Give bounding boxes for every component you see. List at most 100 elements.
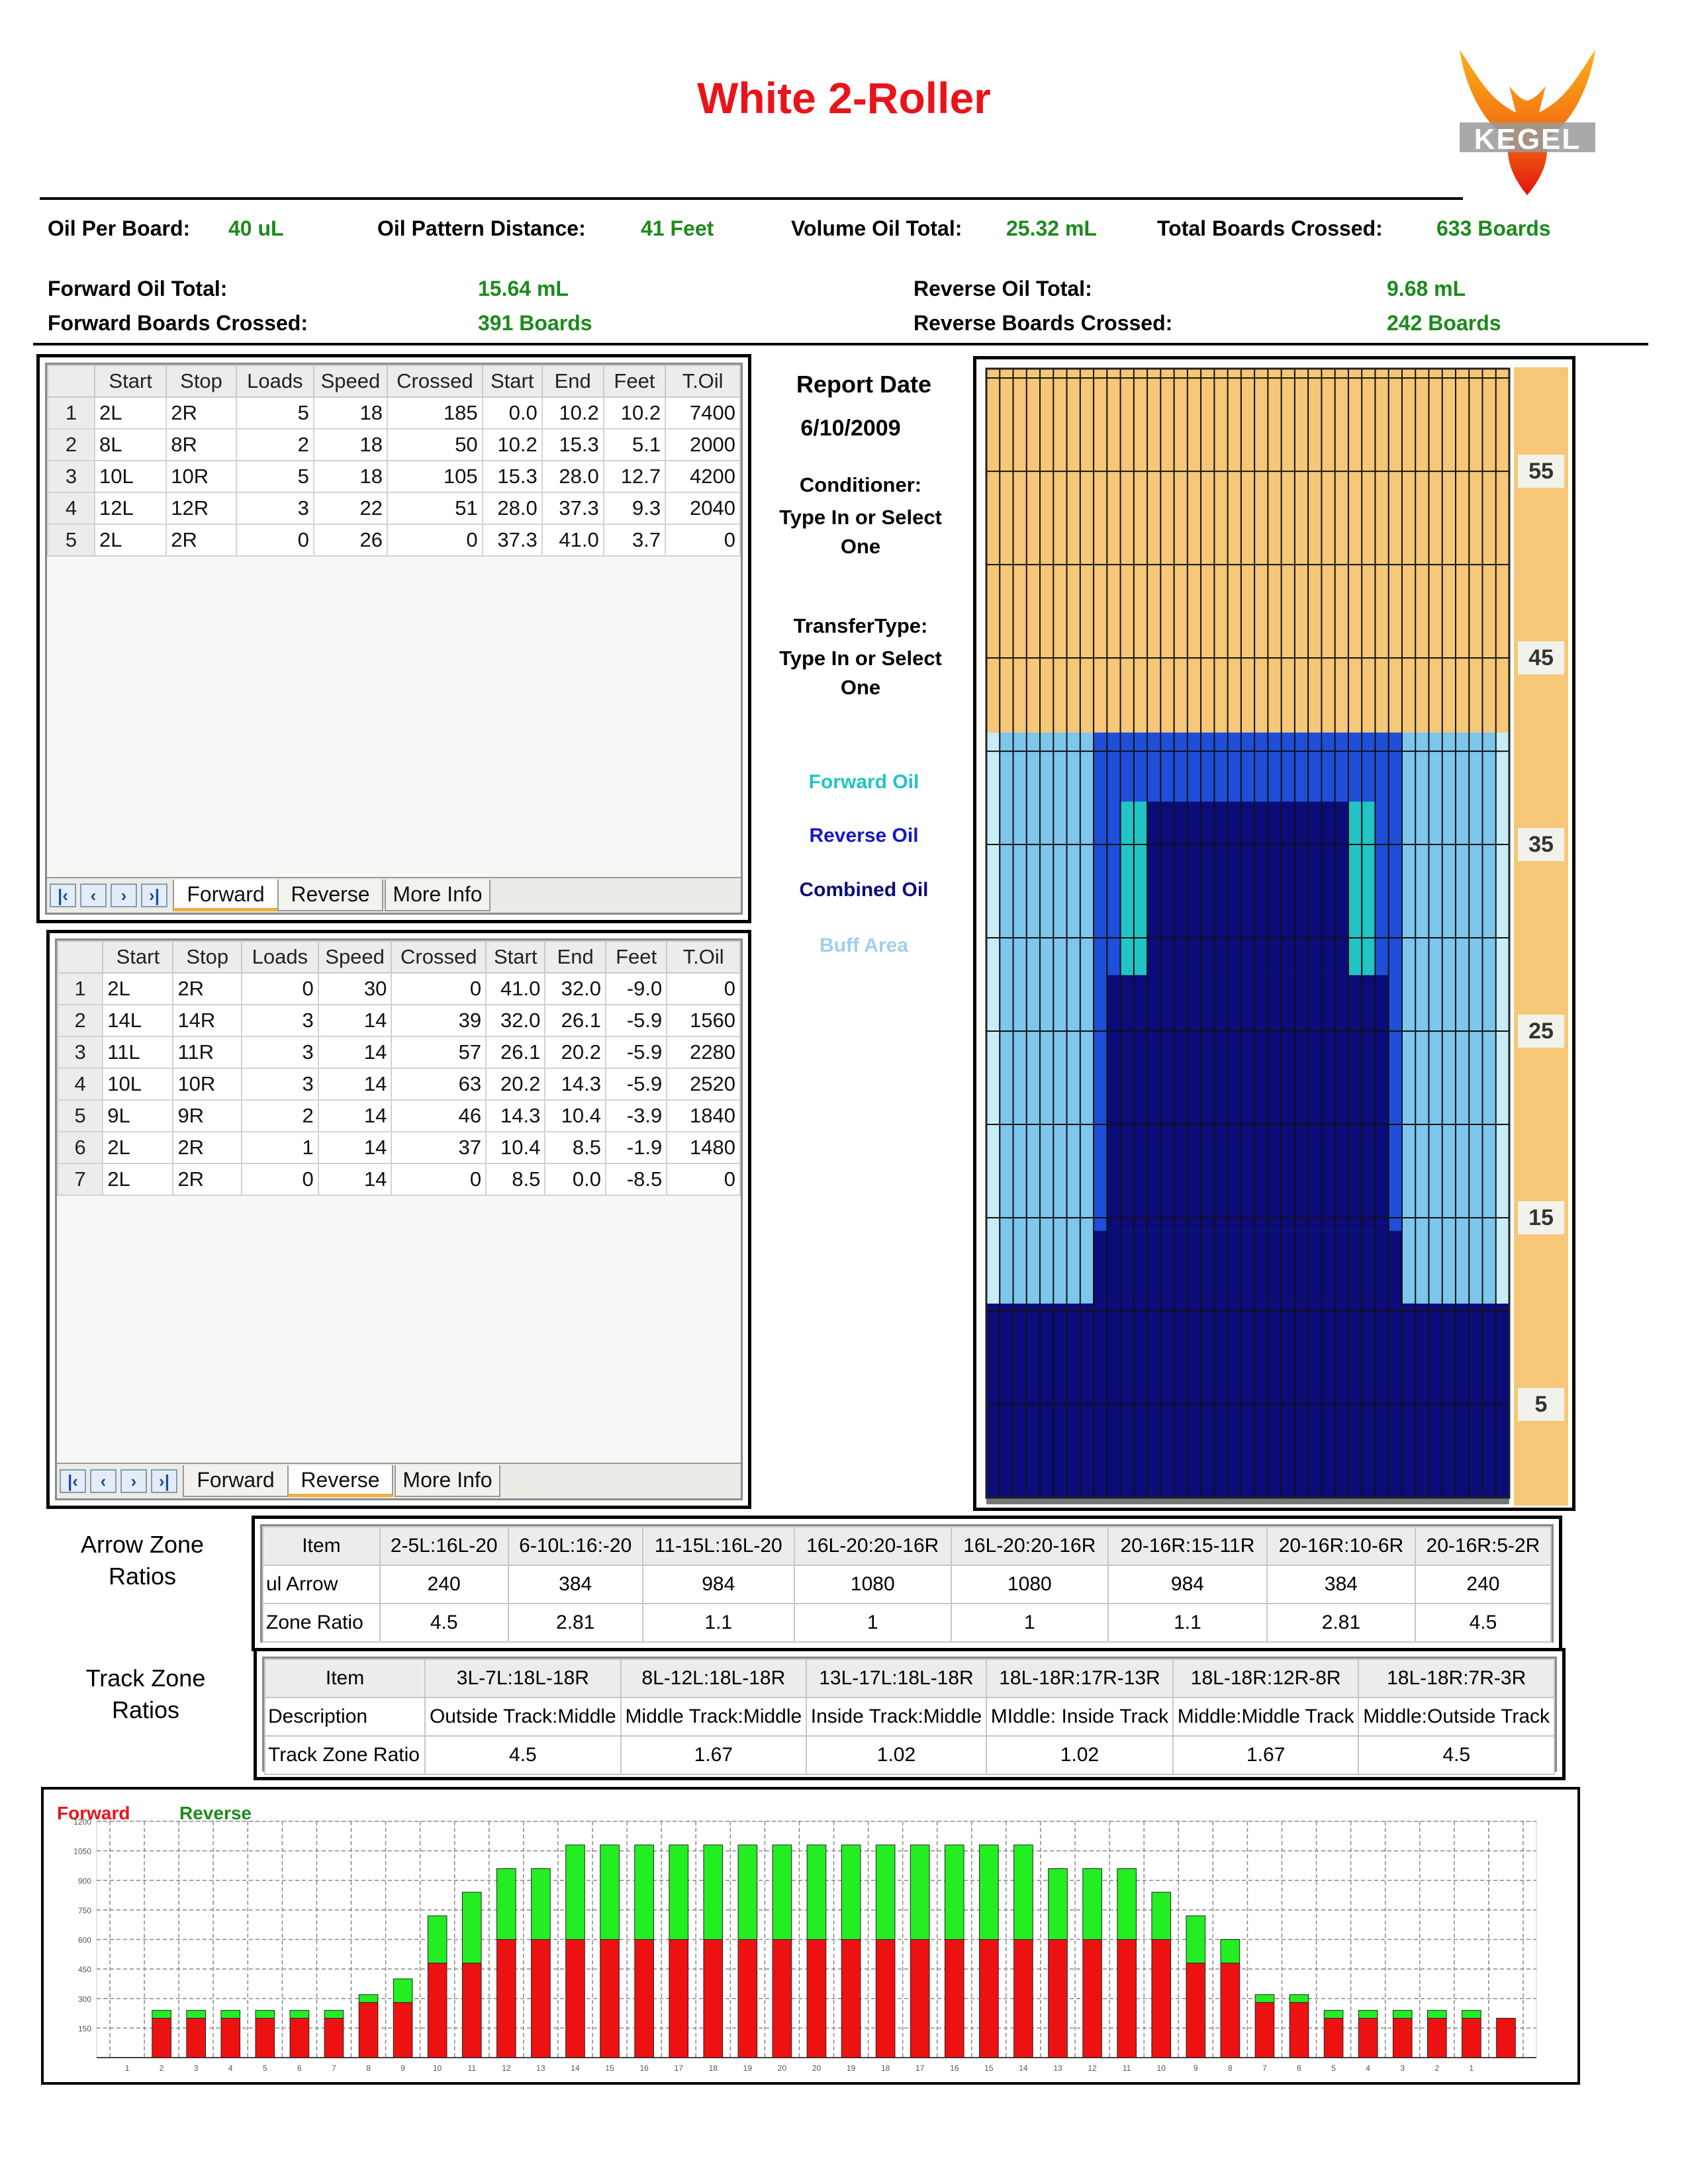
grid-cell[interactable]: -5.9 (605, 1036, 668, 1069)
grid-cell[interactable]: 26.1 (485, 1036, 546, 1069)
grid-cell[interactable]: 8L (94, 428, 167, 461)
row-number[interactable]: 4 (56, 1068, 104, 1101)
grid-cell[interactable]: 10.4 (485, 1131, 546, 1164)
table-row[interactable]: 4 10L 10R 3 14 63 20.2 14.3 -5.9 2520 (56, 1068, 741, 1101)
grid-cell[interactable]: 18 (312, 460, 389, 493)
grid-cell[interactable]: 2L (94, 396, 167, 430)
grid-cell[interactable]: 0 (241, 1163, 319, 1196)
column-header[interactable]: End (544, 940, 607, 974)
column-header[interactable]: Stop (172, 940, 243, 974)
grid-cell[interactable]: 185 (387, 396, 483, 430)
grid-cell[interactable]: 0 (391, 1163, 487, 1196)
next-icon[interactable]: › (111, 884, 137, 907)
grid-cell[interactable]: 8R (165, 428, 237, 461)
prev-icon[interactable]: ‹ (90, 1469, 117, 1493)
grid-cell[interactable]: 2R (165, 523, 237, 557)
grid-cell[interactable]: 14.3 (485, 1099, 546, 1132)
row-number[interactable]: 6 (56, 1131, 104, 1164)
column-header[interactable]: T.Oil (665, 365, 741, 398)
column-header[interactable]: End (541, 365, 604, 398)
row-number[interactable]: 3 (46, 460, 96, 493)
grid-cell[interactable]: -3.9 (605, 1099, 668, 1132)
row-number[interactable]: 2 (56, 1004, 104, 1037)
grid-cell[interactable]: 2R (172, 1131, 243, 1164)
column-header[interactable]: Loads (235, 365, 314, 398)
column-header[interactable]: Feet (602, 365, 667, 398)
grid-cell[interactable]: 2280 (666, 1036, 741, 1069)
row-number[interactable]: 2 (46, 428, 96, 461)
grid-cell[interactable]: 8.5 (485, 1163, 546, 1196)
grid-cell[interactable]: 12L (94, 492, 167, 525)
column-header[interactable]: T.Oil (666, 940, 741, 974)
grid-cell[interactable]: 2L (102, 1163, 174, 1196)
transfer-type-field[interactable]: Type In or Select One (761, 644, 960, 702)
grid-cell[interactable]: 20.2 (485, 1068, 546, 1101)
grid-cell[interactable]: 37.3 (481, 523, 543, 557)
tab-reverse[interactable]: Reverse (287, 1465, 393, 1497)
column-header[interactable]: Speed (312, 365, 389, 398)
prev-icon[interactable]: ‹ (80, 884, 107, 907)
grid-cell[interactable]: 28.0 (541, 460, 604, 493)
row-number[interactable]: 5 (46, 523, 96, 557)
grid-cell[interactable]: 3 (241, 1036, 319, 1069)
grid-cell[interactable]: 15.3 (541, 428, 604, 461)
grid-cell[interactable]: 41.0 (541, 523, 604, 557)
grid-cell[interactable]: 0 (665, 523, 741, 557)
grid-cell[interactable]: 14 (317, 1068, 393, 1101)
grid-cell[interactable]: 22 (312, 492, 389, 525)
grid-cell[interactable]: 3 (241, 1068, 319, 1101)
next-icon[interactable]: › (120, 1469, 147, 1493)
grid-cell[interactable]: 10R (165, 460, 237, 493)
grid-cell[interactable]: 63 (391, 1068, 487, 1101)
table-row[interactable]: 2 8L 8R 2 18 50 10.2 15.3 5.1 2000 (46, 428, 741, 461)
grid-cell[interactable]: 37.3 (541, 492, 604, 525)
grid-cell[interactable]: 32.0 (485, 1004, 546, 1037)
conditioner-field[interactable]: Type In or Select One (761, 503, 960, 561)
first-icon[interactable]: |‹ (60, 1469, 86, 1493)
grid-cell[interactable]: 2R (165, 396, 237, 430)
grid-cell[interactable]: -5.9 (605, 1004, 668, 1037)
grid-cell[interactable]: 32.0 (544, 972, 607, 1005)
column-header[interactable]: Start (481, 365, 543, 398)
grid-cell[interactable]: 2R (172, 1163, 243, 1196)
column-header[interactable]: Loads (241, 940, 319, 974)
tab-forward[interactable]: Forward (173, 880, 279, 911)
grid-cell[interactable]: 14 (317, 1099, 393, 1132)
grid-cell[interactable]: 3 (241, 1004, 319, 1037)
grid-cell[interactable]: 5 (235, 396, 314, 430)
grid-cell[interactable]: 0.0 (544, 1163, 607, 1196)
row-number[interactable]: 4 (46, 492, 96, 525)
grid-cell[interactable]: 5.1 (602, 428, 667, 461)
row-number[interactable]: 3 (56, 1036, 104, 1069)
grid-cell[interactable]: 2520 (666, 1068, 741, 1101)
column-header[interactable]: Stop (165, 365, 237, 398)
grid-cell[interactable]: 46 (391, 1099, 487, 1132)
grid-cell[interactable]: 14L (102, 1004, 174, 1037)
grid-cell[interactable]: 1840 (666, 1099, 741, 1132)
tab-reverse[interactable]: Reverse (277, 880, 383, 911)
grid-cell[interactable]: 50 (387, 428, 483, 461)
grid-cell[interactable]: 11L (102, 1036, 174, 1069)
grid-cell[interactable]: 2L (102, 972, 174, 1005)
table-row[interactable]: 7 2L 2R 0 14 0 8.5 0.0 -8.5 0 (56, 1163, 741, 1196)
table-row[interactable]: 3 10L 10R 5 18 105 15.3 28.0 12.7 4200 (46, 460, 741, 493)
grid-cell[interactable]: 3.7 (602, 523, 667, 557)
grid-cell[interactable]: 0 (241, 972, 319, 1005)
grid-cell[interactable]: 11R (172, 1036, 243, 1069)
grid-cell[interactable]: 1560 (666, 1004, 741, 1037)
grid-cell[interactable]: 14 (317, 1004, 393, 1037)
grid-cell[interactable]: 10L (102, 1068, 174, 1101)
grid-cell[interactable]: 14.3 (544, 1068, 607, 1101)
grid-cell[interactable]: 12.7 (602, 460, 667, 493)
grid-cell[interactable]: 0 (391, 972, 487, 1005)
grid-cell[interactable]: 10.2 (602, 396, 667, 430)
grid-cell[interactable]: 9.3 (602, 492, 667, 525)
grid-cell[interactable]: 8.5 (544, 1131, 607, 1164)
grid-cell[interactable]: 14 (317, 1036, 393, 1069)
grid-cell[interactable]: 2L (94, 523, 167, 557)
table-row[interactable]: 2 14L 14R 3 14 39 32.0 26.1 -5.9 1560 (56, 1004, 741, 1037)
grid-cell[interactable]: 1 (241, 1131, 319, 1164)
column-header[interactable]: Crossed (387, 365, 483, 398)
table-row[interactable]: 3 11L 11R 3 14 57 26.1 20.2 -5.9 2280 (56, 1036, 741, 1069)
grid-cell[interactable]: 0.0 (481, 396, 543, 430)
